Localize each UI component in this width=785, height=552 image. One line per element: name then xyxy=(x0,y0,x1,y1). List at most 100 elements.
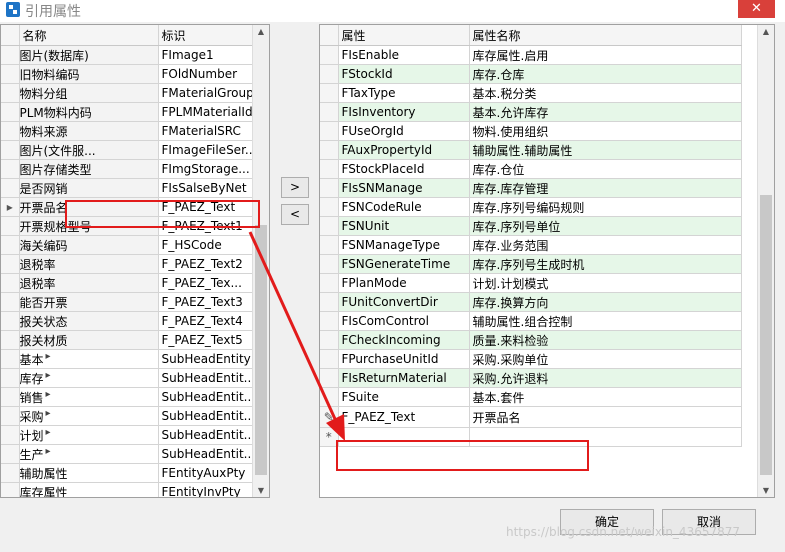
field-tree-row[interactable]: 退税率 F_PAEZ_Tex... xyxy=(1,273,258,293)
field-tree-row[interactable]: ▸ 库存属性 FEntityInvPty xyxy=(1,482,258,497)
move-left-button[interactable]: < xyxy=(281,204,309,225)
row-selector[interactable] xyxy=(1,216,20,236)
attribute-name-cell[interactable]: 计划.计划模式 xyxy=(469,273,742,293)
attribute-row[interactable]: FSNManageType 库存.业务范围 xyxy=(320,235,742,255)
field-id-cell[interactable]: FImage1 xyxy=(158,45,258,65)
left-vertical-scrollbar[interactable]: ▲ ▼ xyxy=(252,25,269,497)
expand-arrow-icon[interactable]: ▸ xyxy=(46,408,51,419)
field-tree-row[interactable]: ▸ 库存 SubHeadEntit... xyxy=(1,368,258,388)
field-tree-row[interactable]: 图片(文件服... FImageFileSer... xyxy=(1,140,258,160)
scroll-up-icon[interactable]: ▲ xyxy=(758,27,774,36)
row-selector[interactable] xyxy=(320,45,339,65)
field-tree-row[interactable]: ▸ 基本 SubHeadEntity xyxy=(1,349,258,369)
field-id-cell[interactable]: F_PAEZ_Text2 xyxy=(158,254,258,274)
field-tree-row[interactable]: ▸ 计划 SubHeadEntit... xyxy=(1,425,258,445)
attribute-name-cell[interactable]: 采购.采购单位 xyxy=(469,349,742,369)
field-id-cell[interactable]: FMaterialSRC xyxy=(158,121,258,141)
attribute-name-cell[interactable]: 库存.业务范围 xyxy=(469,235,742,255)
attribute-key-cell[interactable]: FIsSNManage xyxy=(338,178,470,198)
row-selector[interactable] xyxy=(320,102,339,122)
attribute-name-cell[interactable]: 库存.仓库 xyxy=(469,64,742,84)
field-name-cell[interactable]: ▸ 销售 xyxy=(19,387,159,407)
attribute-name-cell[interactable]: 库存.换算方向 xyxy=(469,292,742,312)
row-selector[interactable] xyxy=(1,330,20,350)
field-name-cell[interactable]: 退税率 xyxy=(19,254,159,274)
attribute-key-cell[interactable]: FCheckIncoming xyxy=(338,330,470,350)
attribute-name-cell[interactable]: 采购.允许退料 xyxy=(469,368,742,388)
row-selector[interactable] xyxy=(1,368,20,388)
attribute-row[interactable]: FStockId 库存.仓库 xyxy=(320,64,742,84)
row-selector[interactable] xyxy=(320,159,339,179)
field-name-cell[interactable]: 图片(数据库) xyxy=(19,45,159,65)
column-header-attr-name[interactable]: 属性名称 xyxy=(469,25,742,46)
row-selector[interactable] xyxy=(1,178,20,198)
attribute-key-cell[interactable]: F_PAEZ_Text xyxy=(338,406,470,428)
attribute-key-cell[interactable]: FStockId xyxy=(338,64,470,84)
row-selector[interactable] xyxy=(1,292,20,312)
attribute-row[interactable]: FTaxType 基本.税分类 xyxy=(320,83,742,103)
row-selector[interactable] xyxy=(1,254,20,274)
close-button[interactable]: ✕ xyxy=(738,0,775,18)
row-selector[interactable] xyxy=(1,140,20,160)
field-tree-row[interactable]: ▸ 生产 SubHeadEntit... xyxy=(1,444,258,464)
attribute-name-cell[interactable]: 基本.允许库存 xyxy=(469,102,742,122)
attribute-row[interactable]: FSNCodeRule 库存.序列号编码规则 xyxy=(320,197,742,217)
attribute-row[interactable]: FSNUnit 库存.序列号单位 xyxy=(320,216,742,236)
field-name-cell[interactable]: 图片存储类型 xyxy=(19,159,159,179)
attribute-key-cell[interactable]: FTaxType xyxy=(338,83,470,103)
field-tree-row[interactable]: 能否开票 F_PAEZ_Text3 xyxy=(1,292,258,312)
field-id-cell[interactable]: SubHeadEntity xyxy=(158,349,258,369)
attribute-row[interactable]: FPurchaseUnitId 采购.采购单位 xyxy=(320,349,742,369)
row-selector[interactable] xyxy=(320,292,339,312)
row-selector[interactable] xyxy=(320,178,339,198)
field-name-cell[interactable]: 旧物料编码 xyxy=(19,64,159,84)
field-tree-row[interactable]: 旧物料编码 FOldNumber xyxy=(1,64,258,84)
field-id-cell[interactable]: SubHeadEntit... xyxy=(158,387,258,407)
attribute-key-cell[interactable]: FSNCodeRule xyxy=(338,197,470,217)
scroll-up-icon[interactable]: ▲ xyxy=(253,27,269,36)
row-selector[interactable] xyxy=(1,83,20,103)
field-name-cell[interactable]: PLM物料内码 xyxy=(19,102,159,122)
field-name-cell[interactable]: 报关状态 xyxy=(19,311,159,331)
attribute-key-cell[interactable]: FSNUnit xyxy=(338,216,470,236)
field-id-cell[interactable]: FMaterialGroup xyxy=(158,83,258,103)
field-tree-row[interactable]: ▸ 采购 SubHeadEntit... xyxy=(1,406,258,426)
column-header-attr[interactable]: 属性 xyxy=(338,25,470,46)
row-selector[interactable] xyxy=(320,349,339,369)
field-id-cell[interactable]: F_HSCode xyxy=(158,235,258,255)
row-selector[interactable] xyxy=(1,235,20,255)
field-id-cell[interactable]: SubHeadEntit... xyxy=(158,368,258,388)
attribute-name-cell[interactable]: 物料.使用组织 xyxy=(469,121,742,141)
attribute-key-cell[interactable]: FAuxPropertyId xyxy=(338,140,470,160)
row-selector[interactable] xyxy=(320,216,339,236)
row-selector[interactable]: ▸ xyxy=(1,197,20,217)
field-tree-row[interactable]: 报关状态 F_PAEZ_Text4 xyxy=(1,311,258,331)
attribute-name-cell[interactable]: 基本.套件 xyxy=(469,387,742,407)
field-tree-row[interactable]: 海关编码 F_HSCode xyxy=(1,235,258,255)
row-selector[interactable] xyxy=(320,121,339,141)
expand-arrow-icon[interactable]: ▸ xyxy=(46,370,51,381)
scroll-thumb[interactable] xyxy=(760,195,772,475)
field-id-cell[interactable]: F_PAEZ_Tex... xyxy=(158,273,258,293)
field-name-cell[interactable]: ▸ 库存属性 xyxy=(19,482,159,497)
field-id-cell[interactable]: F_PAEZ_Text5 xyxy=(158,330,258,350)
attribute-row[interactable]: FStockPlaceId 库存.仓位 xyxy=(320,159,742,179)
row-selector[interactable] xyxy=(1,425,20,445)
field-tree-row[interactable]: ▸ 销售 SubHeadEntit... xyxy=(1,387,258,407)
attribute-name-cell[interactable]: 库存属性.启用 xyxy=(469,45,742,65)
field-tree-row[interactable]: 图片(数据库) FImage1 xyxy=(1,45,258,65)
field-tree-row[interactable]: 图片存储类型 FImgStorage... xyxy=(1,159,258,179)
field-id-cell[interactable]: SubHeadEntit... xyxy=(158,444,258,464)
field-tree-row[interactable]: PLM物料内码 FPLMMaterialId xyxy=(1,102,258,122)
attribute-key-cell[interactable]: FPlanMode xyxy=(338,273,470,293)
attribute-name-cell[interactable]: 库存.仓位 xyxy=(469,159,742,179)
attribute-name-cell[interactable]: 辅助属性.辅助属性 xyxy=(469,140,742,160)
attribute-name-cell[interactable]: 辅助属性.组合控制 xyxy=(469,311,742,331)
expand-arrow-icon[interactable]: ▸ xyxy=(46,389,51,400)
field-tree-row[interactable]: ▸ 辅助属性 FEntityAuxPty xyxy=(1,463,258,483)
expand-arrow-icon[interactable]: ▸ xyxy=(46,427,51,438)
field-id-cell[interactable]: FEntityInvPty xyxy=(158,482,258,497)
expand-arrow-icon[interactable]: ▸ xyxy=(46,484,51,495)
column-header-id[interactable]: 标识 xyxy=(158,25,258,46)
attribute-key-cell[interactable]: FStockPlaceId xyxy=(338,159,470,179)
